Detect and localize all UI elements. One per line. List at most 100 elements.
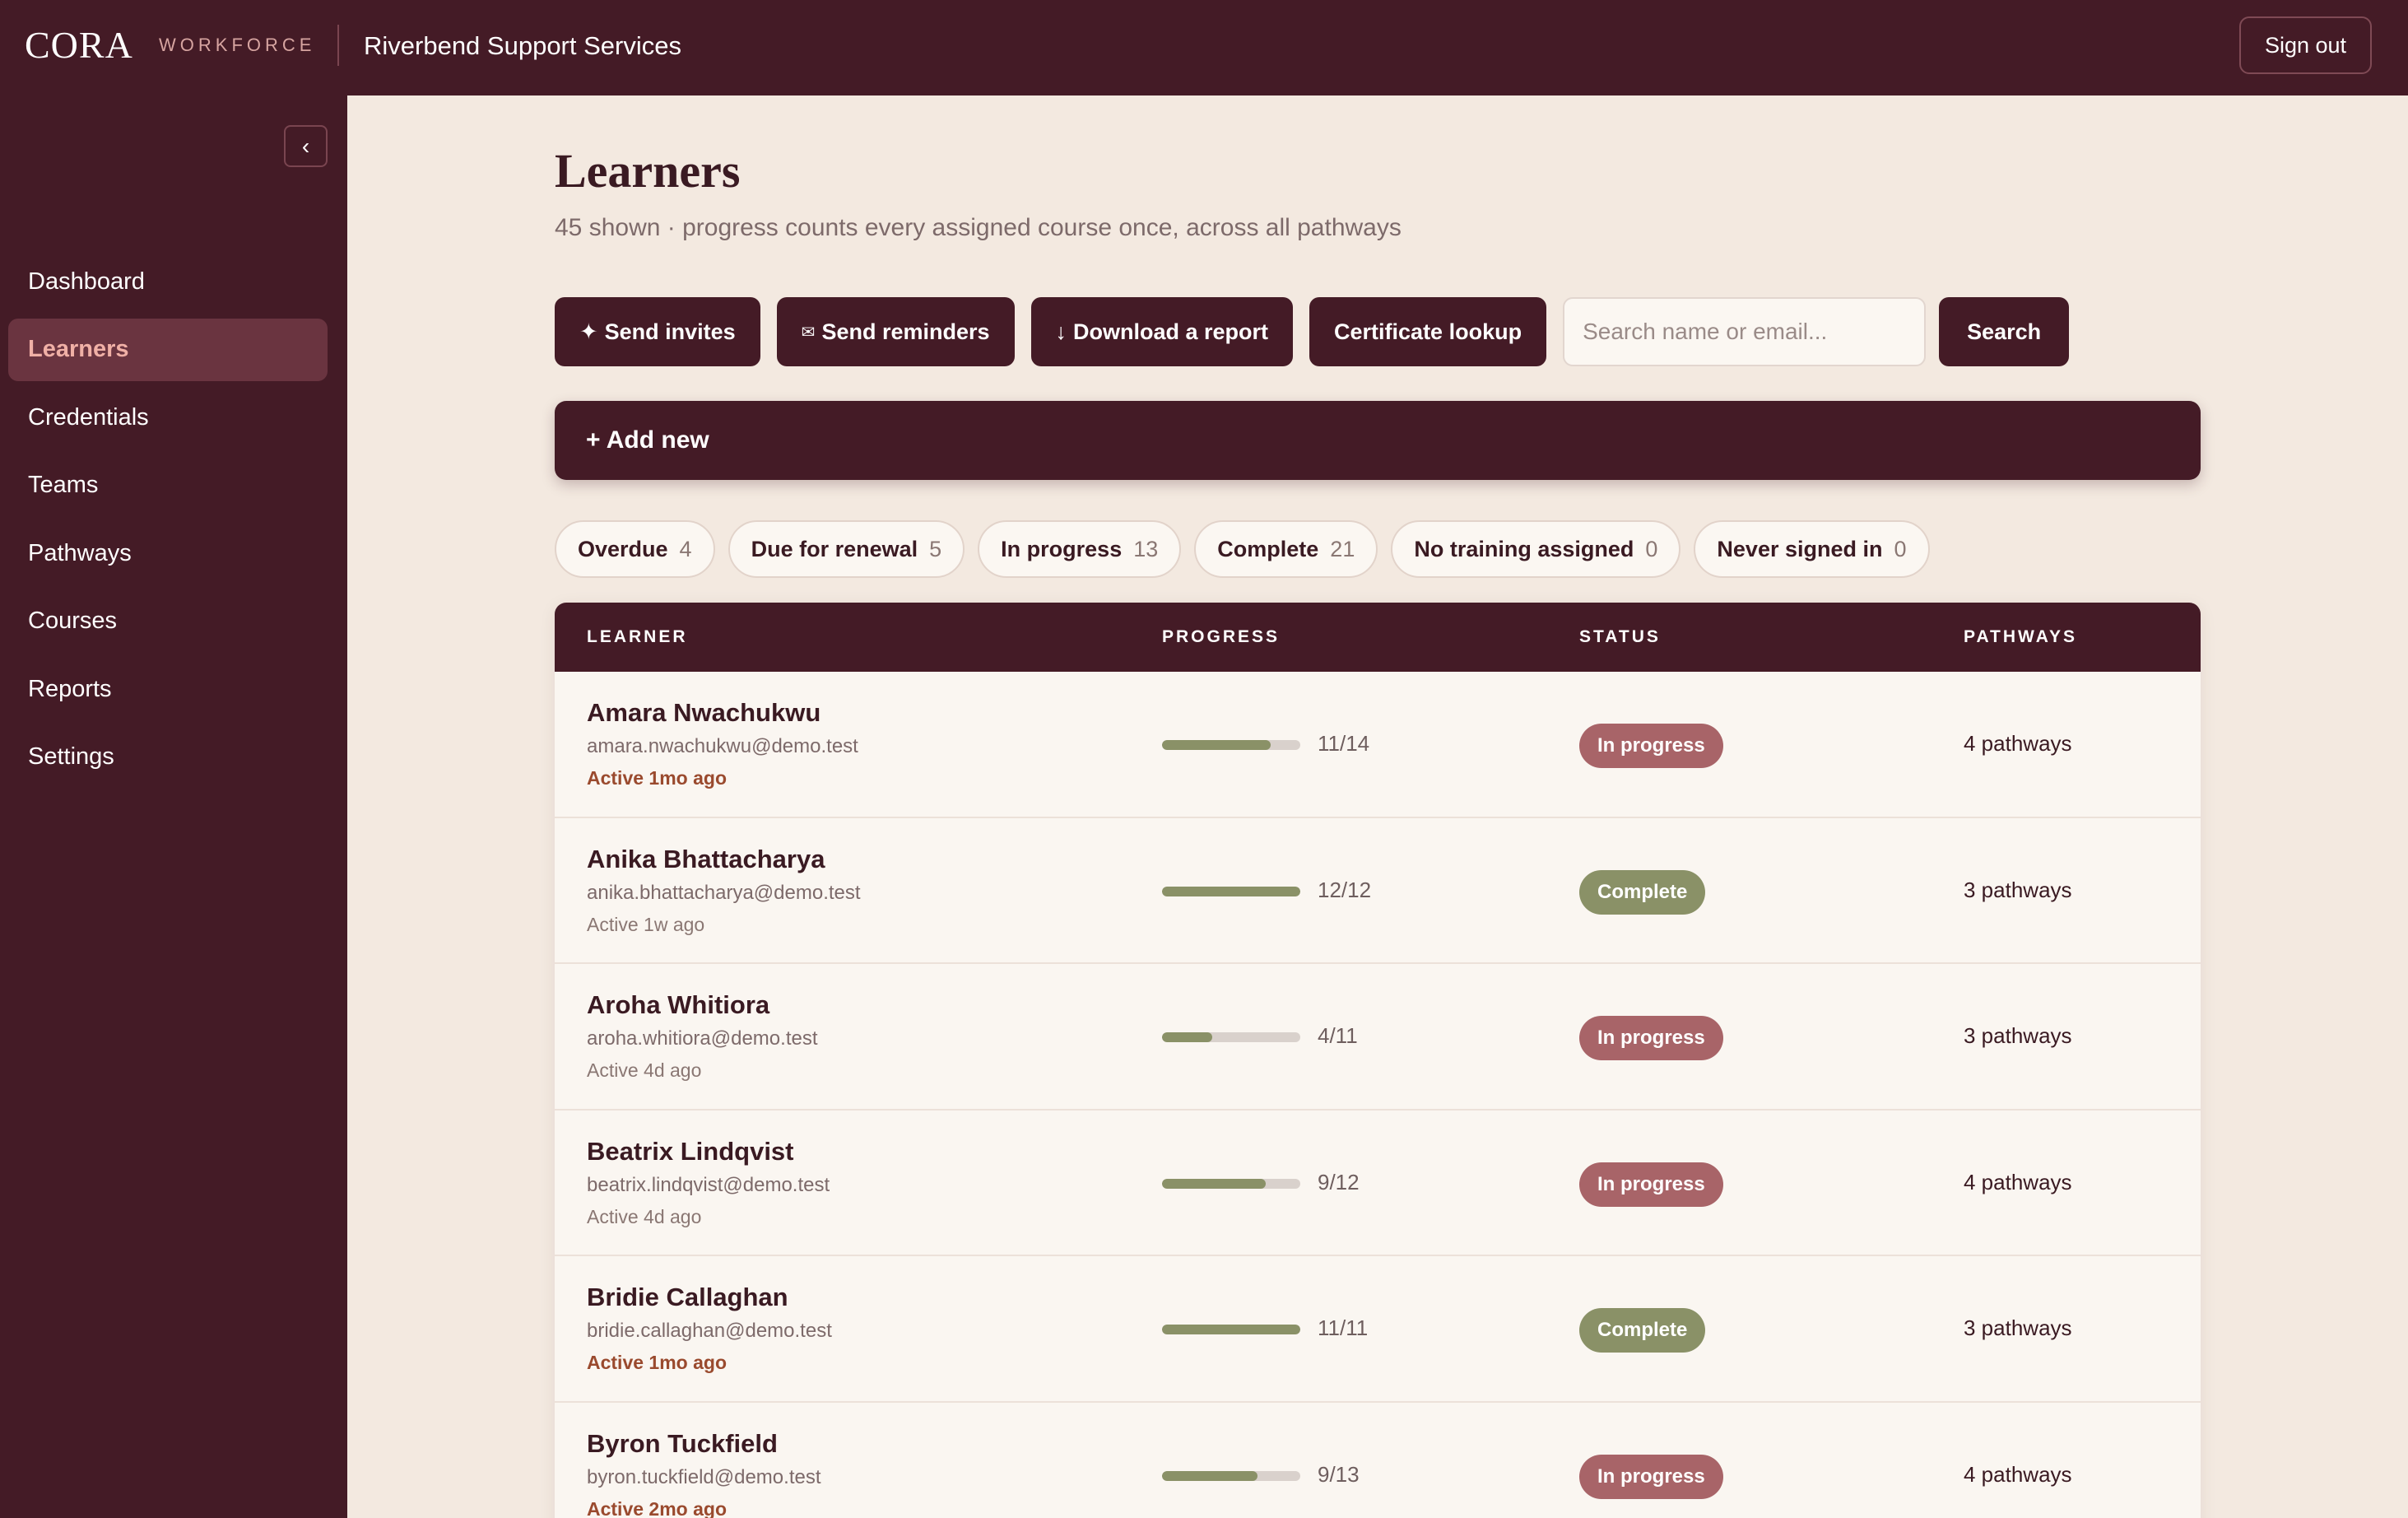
filter-chip-overdue[interactable]: Overdue 4 xyxy=(555,520,715,578)
pathways-count[interactable]: 3 pathways xyxy=(1964,1315,2072,1341)
progress-count: 11/11 xyxy=(1318,1315,1369,1340)
chip-label: Due for renewal xyxy=(751,536,918,561)
learner-email: anika.bhattacharya@demo.test xyxy=(587,881,861,904)
progress-bar-fill xyxy=(1162,1470,1258,1481)
learner-name[interactable]: Amara Nwachukwu xyxy=(587,698,820,728)
learners-table: LEARNER PROGRESS STATUS PATHWAYS Amara N… xyxy=(555,603,2201,1518)
filter-chip-never-signed-in[interactable]: Never signed in 0 xyxy=(1694,520,1930,578)
progress-bar xyxy=(1162,1178,1300,1189)
filter-chip-due-for-renewal[interactable]: Due for renewal 5 xyxy=(728,520,965,578)
progress-bar xyxy=(1162,740,1300,750)
progress-bar xyxy=(1162,1325,1300,1334)
table-row[interactable]: Byron Tuckfield byron.tuckfield@demo.test… xyxy=(555,1402,2201,1518)
page-subtitle: 45 shown · progress counts every assigne… xyxy=(555,214,1402,241)
last-active: Active 2mo ago xyxy=(587,1497,727,1518)
column-header-progress[interactable]: PROGRESS xyxy=(1162,627,1280,647)
sidebar-item-learners[interactable]: Learners xyxy=(8,318,328,381)
sidebar-item-teams[interactable]: Teams xyxy=(8,454,328,517)
table-header: LEARNER PROGRESS STATUS PATHWAYS xyxy=(555,603,2201,672)
status-badge: In progress xyxy=(1579,724,1723,768)
send-invites-label: Send invites xyxy=(604,319,736,344)
table-row[interactable]: Amara Nwachukwu amara.nwachukwu@demo.test… xyxy=(555,672,2201,818)
chip-label: Overdue xyxy=(578,536,668,561)
sparkle-icon: ✦ xyxy=(579,319,598,344)
chip-count: 13 xyxy=(1133,536,1159,561)
main-content: Learners 45 shown · progress counts ever… xyxy=(347,95,2408,1518)
learner-email: amara.nwachukwu@demo.test xyxy=(587,735,858,757)
learner-name[interactable]: Aroha Whitiora xyxy=(587,990,769,1020)
learner-name[interactable]: Beatrix Lindqvist xyxy=(587,1137,794,1166)
chip-label: Complete xyxy=(1217,536,1319,561)
status-badge: In progress xyxy=(1579,1016,1723,1060)
chip-count: 4 xyxy=(679,536,692,561)
top-bar: CORA WORKFORCE Riverbend Support Service… xyxy=(0,0,2408,95)
sidebar-item-settings[interactable]: Settings xyxy=(8,726,328,789)
column-header-status[interactable]: STATUS xyxy=(1579,627,1661,647)
status-badge: In progress xyxy=(1579,1162,1723,1207)
send-reminders-label: Send reminders xyxy=(821,319,990,344)
column-header-pathways[interactable]: PATHWAYS xyxy=(1964,627,2077,647)
logo-subtitle: WORKFORCE xyxy=(159,35,316,55)
sidebar-item-reports[interactable]: Reports xyxy=(8,658,328,720)
progress-bar-fill xyxy=(1162,1178,1266,1189)
table-row[interactable]: Beatrix Lindqvist beatrix.lindqvist@demo.… xyxy=(555,1110,2201,1256)
sidebar-item-pathways[interactable]: Pathways xyxy=(8,522,328,584)
progress-count: 12/12 xyxy=(1318,877,1372,902)
sidebar-item-dashboard[interactable]: Dashboard xyxy=(8,250,328,313)
send-invites-button[interactable]: ✦ Send invites xyxy=(555,297,760,366)
chip-count: 0 xyxy=(1645,536,1658,561)
table-row[interactable]: Anika Bhattacharya anika.bhattacharya@dem… xyxy=(555,817,2201,964)
envelope-icon: ✉ xyxy=(801,323,816,342)
sign-out-button[interactable]: Sign out xyxy=(2239,16,2372,74)
divider xyxy=(337,25,339,66)
status-badge: Complete xyxy=(1579,869,1706,915)
progress-count: 9/13 xyxy=(1318,1461,1360,1487)
add-new-button[interactable]: + Add new xyxy=(555,401,2201,480)
pathways-count[interactable]: 3 pathways xyxy=(1964,878,2072,903)
progress-count: 9/12 xyxy=(1318,1169,1360,1194)
filter-chips: Overdue 4 Due for renewal 5 In progress … xyxy=(555,520,1943,578)
progress-count: 4/11 xyxy=(1318,1023,1358,1048)
pathways-count[interactable]: 4 pathways xyxy=(1964,731,2072,757)
send-reminders-button[interactable]: ✉ Send reminders xyxy=(776,297,1015,366)
pathways-count[interactable]: 4 pathways xyxy=(1964,1170,2072,1195)
progress-bar-fill xyxy=(1162,886,1300,896)
download-arrow-icon: ↓ xyxy=(1055,319,1067,344)
last-active: Active 4d ago xyxy=(587,1205,702,1227)
column-header-learner[interactable]: LEARNER xyxy=(587,627,688,647)
progress-bar-fill xyxy=(1162,1325,1300,1334)
download-report-button[interactable]: ↓ Download a report xyxy=(1030,297,1294,366)
filter-chip-in-progress[interactable]: In progress 13 xyxy=(978,520,1182,578)
sidebar-item-courses[interactable]: Courses xyxy=(8,590,328,653)
page-title: Learners xyxy=(555,144,741,198)
filter-chip-no-training-assigned[interactable]: No training assigned 0 xyxy=(1391,520,1681,578)
table-row[interactable]: Bridie Callaghan bridie.callaghan@demo.te… xyxy=(555,1256,2201,1403)
download-report-label: Download a report xyxy=(1073,319,1269,344)
progress-bar-fill xyxy=(1162,740,1271,750)
status-badge: Complete xyxy=(1579,1308,1706,1353)
learner-email: beatrix.lindqvist@demo.test xyxy=(587,1173,830,1196)
last-active: Active 4d ago xyxy=(587,1059,702,1081)
pathways-count[interactable]: 4 pathways xyxy=(1964,1462,2072,1488)
logo[interactable]: CORA xyxy=(25,23,133,67)
learner-name[interactable]: Anika Bhattacharya xyxy=(587,845,825,874)
pathways-count[interactable]: 3 pathways xyxy=(1964,1023,2072,1049)
chip-label: In progress xyxy=(1001,536,1123,561)
search-input[interactable] xyxy=(1563,297,1927,366)
chip-label: No training assigned xyxy=(1414,536,1634,561)
collapse-sidebar-button[interactable]: ‹ xyxy=(284,125,328,167)
certificate-lookup-button[interactable]: Certificate lookup xyxy=(1309,297,1547,366)
last-active: Active 1mo ago xyxy=(587,767,727,789)
search-button[interactable]: Search xyxy=(1939,297,2070,366)
learner-name[interactable]: Byron Tuckfield xyxy=(587,1429,778,1459)
filter-chip-complete[interactable]: Complete 21 xyxy=(1194,520,1378,578)
organization-name: Riverbend Support Services xyxy=(364,31,681,60)
chip-count: 21 xyxy=(1330,536,1355,561)
learner-email: aroha.whitiora@demo.test xyxy=(587,1027,818,1050)
last-active: Active 1mo ago xyxy=(587,1352,727,1373)
sidebar: ‹ Dashboard Learners Credentials Teams P… xyxy=(0,95,347,1518)
sidebar-item-credentials[interactable]: Credentials xyxy=(8,386,328,449)
table-row[interactable]: Aroha Whitiora aroha.whitiora@demo.test Ac… xyxy=(555,964,2201,1111)
progress-count: 11/14 xyxy=(1318,731,1370,756)
learner-name[interactable]: Bridie Callaghan xyxy=(587,1283,788,1312)
